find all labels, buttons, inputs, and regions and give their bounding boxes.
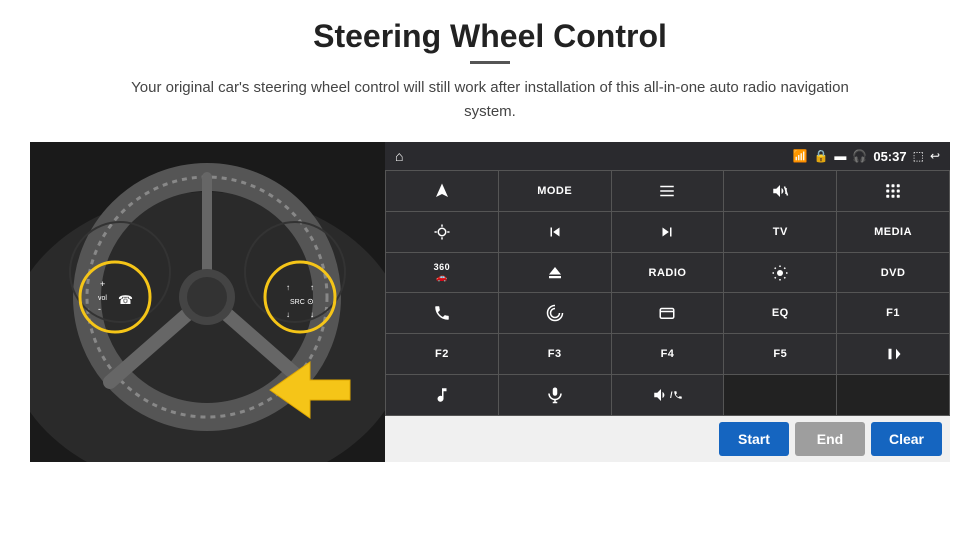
svg-text:+: + [100, 279, 105, 289]
svg-text:↓: ↓ [286, 310, 290, 319]
status-icons: 📶 🔒 ▬ 🎧 05:37 ⬚ ↩ [792, 149, 940, 164]
btn-music[interactable] [386, 375, 498, 415]
button-grid: MODE [385, 170, 950, 416]
svg-text:SRC: SRC [290, 299, 305, 306]
sd-icon: ▬ [834, 149, 846, 163]
svg-text:-: - [98, 304, 101, 314]
svg-text:☎: ☎ [118, 293, 133, 307]
svg-text:↓: ↓ [310, 310, 314, 319]
btn-rewind[interactable] [499, 212, 611, 252]
content-row: + vol - ☎ ↑ ↑ SRC ⊙ ↓ ↓ ⌂ [30, 142, 950, 462]
clock: 05:37 [873, 149, 906, 164]
btn-eq[interactable]: EQ [724, 293, 836, 333]
btn-phone[interactable] [386, 293, 498, 333]
btn-f1[interactable]: F1 [837, 293, 949, 333]
control-panel-wrapper: ⌂ 📶 🔒 ▬ 🎧 05:37 ⬚ ↩ [385, 142, 950, 462]
lock-icon: 🔒 [813, 149, 828, 163]
clear-button[interactable]: Clear [871, 422, 942, 456]
home-icon: ⌂ [395, 148, 403, 164]
btn-eject[interactable] [499, 253, 611, 293]
status-bar: ⌂ 📶 🔒 ▬ 🎧 05:37 ⬚ ↩ [385, 142, 950, 170]
btn-f4[interactable]: F4 [612, 334, 724, 374]
screen-icon: ⬚ [913, 149, 924, 163]
btn-media[interactable]: MEDIA [837, 212, 949, 252]
wifi-icon: 📶 [792, 149, 807, 163]
btn-navigate[interactable] [386, 171, 498, 211]
svg-text:↑: ↑ [286, 283, 290, 292]
back-icon: ↩ [930, 149, 940, 163]
steering-wheel-svg: + vol - ☎ ↑ ↑ SRC ⊙ ↓ ↓ [30, 142, 385, 462]
btn-volume-call[interactable]: / [612, 375, 724, 415]
btn-360[interactable]: 360🚗 [386, 253, 498, 293]
start-button[interactable]: Start [719, 422, 789, 456]
bottom-bar: Start End Clear [385, 416, 950, 462]
btn-mic[interactable] [499, 375, 611, 415]
btn-tv[interactable]: TV [724, 212, 836, 252]
btn-list[interactable] [612, 171, 724, 211]
btn-f2[interactable]: F2 [386, 334, 498, 374]
btn-brightness[interactable] [724, 253, 836, 293]
svg-text:⊙: ⊙ [307, 297, 314, 306]
btn-mute[interactable] [724, 171, 836, 211]
btn-f5[interactable]: F5 [724, 334, 836, 374]
btn-apps[interactable] [837, 171, 949, 211]
btn-forward[interactable] [612, 212, 724, 252]
page-title: Steering Wheel Control [313, 18, 667, 55]
btn-empty-1 [724, 375, 836, 415]
btn-swirl[interactable] [499, 293, 611, 333]
btn-dvd[interactable]: DVD [837, 253, 949, 293]
end-button[interactable]: End [795, 422, 865, 456]
btn-mode[interactable]: MODE [499, 171, 611, 211]
btn-settings-ring[interactable] [386, 212, 498, 252]
btn-window[interactable] [612, 293, 724, 333]
page-subtitle: Your original car's steering wheel contr… [110, 76, 870, 124]
svg-text:↑: ↑ [310, 283, 314, 292]
bt-icon: 🎧 [852, 149, 867, 163]
page-wrapper: Steering Wheel Control Your original car… [0, 0, 980, 544]
control-panel: ⌂ 📶 🔒 ▬ 🎧 05:37 ⬚ ↩ [385, 142, 950, 416]
btn-play-pause[interactable] [837, 334, 949, 374]
title-divider [470, 61, 510, 64]
btn-empty-2 [837, 375, 949, 415]
svg-text:vol: vol [98, 295, 107, 302]
btn-f3[interactable]: F3 [499, 334, 611, 374]
btn-radio[interactable]: RADIO [612, 253, 724, 293]
steering-wheel-image: + vol - ☎ ↑ ↑ SRC ⊙ ↓ ↓ [30, 142, 385, 462]
